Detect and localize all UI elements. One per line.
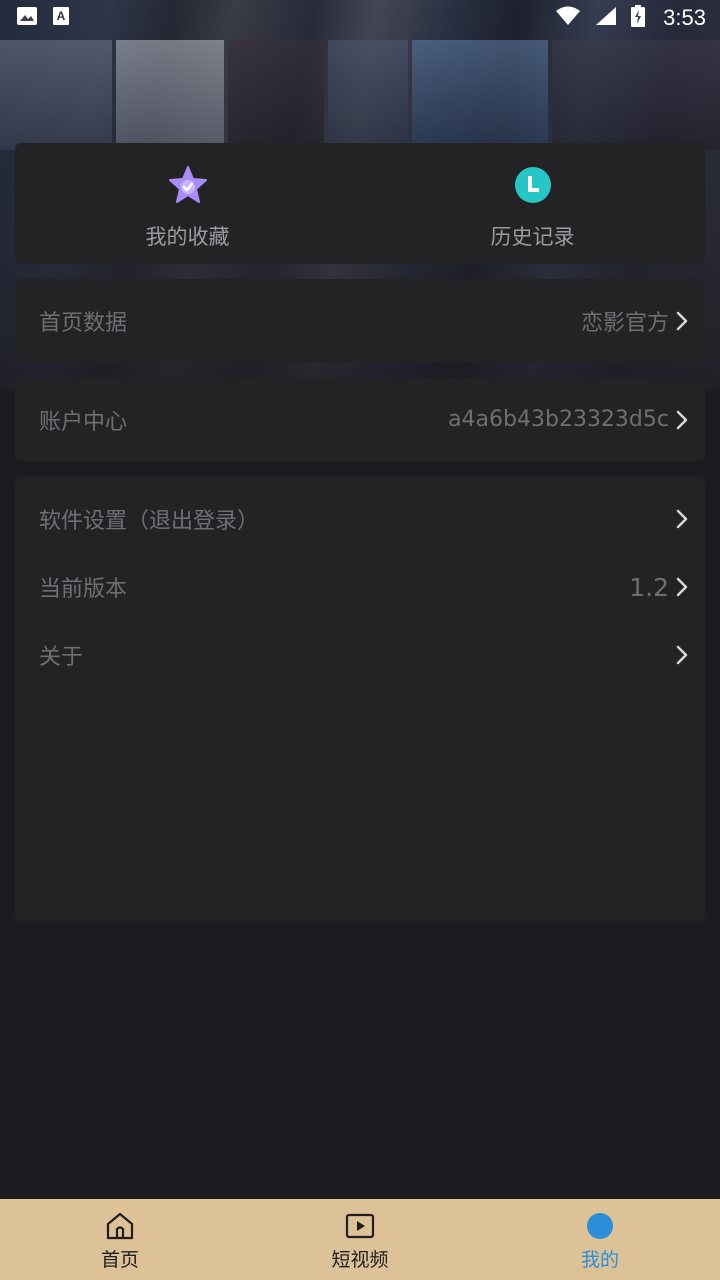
account-center-row[interactable]: 账户中心 a4a6b43b23323d5c <box>15 378 705 461</box>
chevron-right-icon <box>675 577 689 597</box>
profile-icon <box>585 1211 615 1241</box>
settings-card: 软件设置（退出登录） 当前版本 1.2 关于 <box>15 477 705 921</box>
chevron-right-icon <box>675 509 689 529</box>
bottom-nav: 首页 短视频 我的 <box>0 1199 720 1280</box>
about-row[interactable]: 关于 <box>15 621 705 689</box>
backdrop-poster <box>116 40 224 150</box>
backdrop-poster <box>228 40 324 150</box>
chevron-right-icon <box>675 311 689 331</box>
account-center-title: 账户中心 <box>39 409 128 435</box>
play-icon <box>345 1211 375 1241</box>
home-data-row[interactable]: 首页数据 恋影官方 <box>15 279 705 362</box>
nav-short-video[interactable]: 短视频 <box>240 1199 480 1280</box>
history-label: 历史记录 <box>490 225 575 249</box>
backdrop-poster <box>552 40 720 150</box>
nav-home[interactable]: 首页 <box>0 1199 240 1280</box>
home-data-value: 恋影官方 <box>580 310 669 336</box>
nav-short-video-label: 短视频 <box>331 1249 389 1271</box>
svg-text:A: A <box>57 9 66 23</box>
clock-icon <box>513 165 553 205</box>
backdrop-poster <box>0 40 112 150</box>
wifi-icon <box>555 6 581 30</box>
account-id-value: a4a6b43b23323d5c <box>448 407 669 432</box>
backdrop-poster <box>412 40 548 150</box>
chevron-right-icon <box>675 410 689 430</box>
status-right: 3:53 <box>555 5 706 31</box>
version-value: 1.2 <box>629 572 669 602</box>
settings-logout-title: 软件设置（退出登录） <box>39 509 260 534</box>
font-icon: A <box>52 6 70 30</box>
nav-profile-label: 我的 <box>580 1249 619 1271</box>
backdrop-poster <box>328 40 408 150</box>
nav-home-label: 首页 <box>100 1249 139 1271</box>
history-button[interactable]: 历史记录 <box>360 143 705 264</box>
signal-icon <box>595 6 617 30</box>
version-row[interactable]: 当前版本 1.2 <box>15 553 705 621</box>
quick-actions-card: 我的收藏 历史记录 <box>15 143 705 264</box>
star-check-icon <box>168 165 208 205</box>
status-bar: A 3:53 <box>0 0 720 36</box>
image-icon <box>16 6 38 30</box>
about-title: 关于 <box>39 645 84 670</box>
favorites-button[interactable]: 我的收藏 <box>15 143 360 264</box>
version-title: 当前版本 <box>39 577 128 602</box>
settings-logout-row[interactable]: 软件设置（退出登录） <box>15 485 705 553</box>
home-data-title: 首页数据 <box>39 310 128 336</box>
nav-profile[interactable]: 我的 <box>480 1199 720 1280</box>
status-time: 3:53 <box>663 5 706 30</box>
status-left: A <box>16 6 70 30</box>
favorites-label: 我的收藏 <box>145 225 230 249</box>
chevron-right-icon <box>675 645 689 665</box>
battery-charging-icon <box>631 5 646 31</box>
home-icon <box>105 1211 135 1241</box>
